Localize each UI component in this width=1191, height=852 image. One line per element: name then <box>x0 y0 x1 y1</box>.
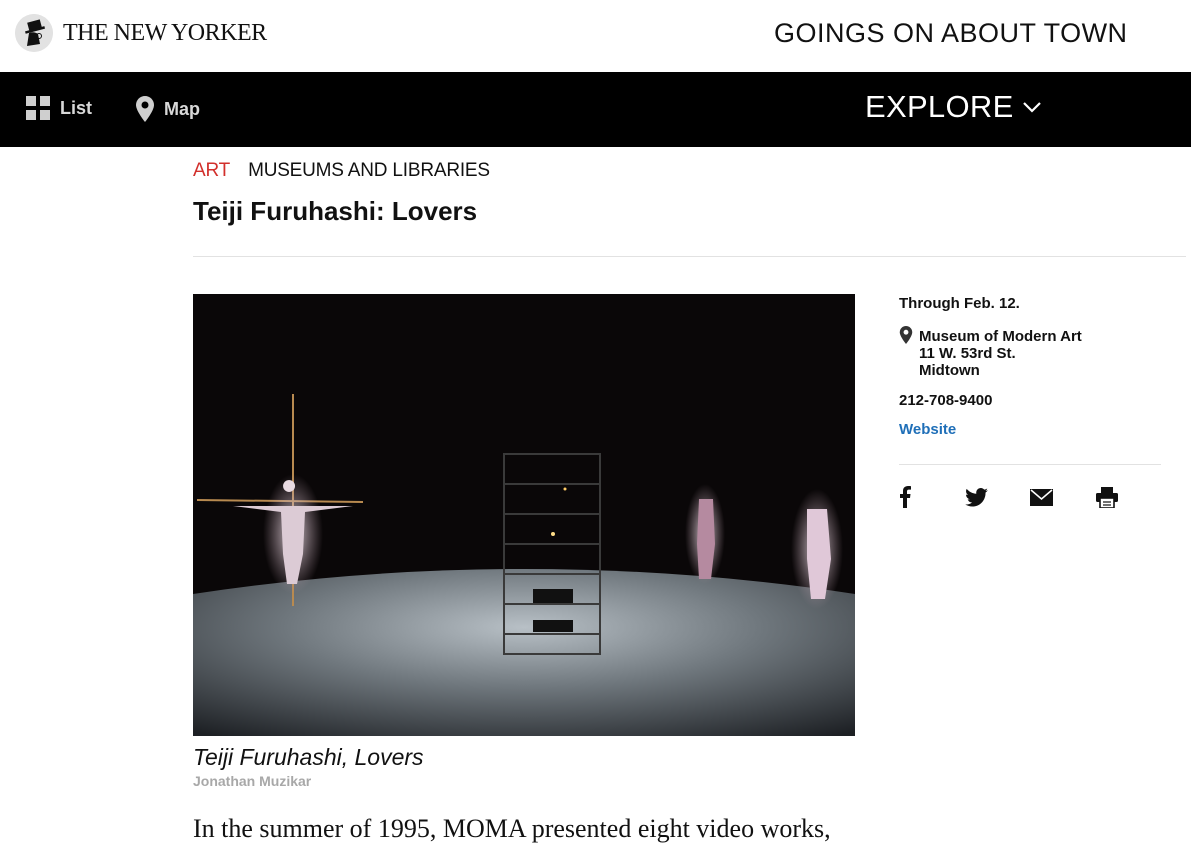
share-email-button[interactable] <box>1030 483 1096 511</box>
facebook-icon <box>900 486 911 508</box>
page-title: Teiji Furuhashi: Lovers <box>193 196 478 226</box>
sidebar-divider <box>899 464 1161 465</box>
share-print-button[interactable] <box>1095 483 1162 511</box>
image-credit: Jonathan Muzikar <box>193 773 312 789</box>
logo-wordmark: THE NEW YORKER <box>63 19 267 46</box>
article-photo[interactable] <box>193 294 855 736</box>
map-label: Map <box>164 98 200 119</box>
chevron-down-icon <box>1022 102 1041 113</box>
explore-label: EXPLORE <box>865 89 1014 124</box>
breadcrumb: ART MUSEUMS AND LIBRARIES <box>193 160 490 182</box>
image-caption: Teiji Furuhashi, Lovers <box>193 744 424 770</box>
venue-phone[interactable]: 212-708-9400 <box>899 392 1161 409</box>
share-twitter-button[interactable] <box>964 483 1031 511</box>
share-bar <box>899 483 1161 511</box>
venue-address: 11 W. 53rd St. <box>919 345 1016 362</box>
title-divider <box>193 256 1186 257</box>
new-yorker-logo[interactable]: THE NEW YORKER <box>15 14 267 52</box>
map-pin-icon <box>136 96 154 122</box>
email-icon <box>1030 488 1053 506</box>
website-link[interactable]: Website <box>899 421 1161 438</box>
explore-dropdown[interactable]: EXPLORE <box>865 89 1042 125</box>
site-header: THE NEW YORKER GOINGS ON ABOUT TOWN <box>0 0 1191 72</box>
venue-block: Museum of Modern Art 11 W. 53rd St. Midt… <box>899 326 1161 379</box>
list-label: List <box>60 97 93 118</box>
event-dates: Through Feb. 12. <box>899 295 1020 312</box>
share-facebook-button[interactable] <box>899 483 965 511</box>
navigation-bar: List Map EXPLORE <box>0 72 1191 147</box>
eustace-tilley-icon <box>15 14 53 52</box>
article-lede: In the summer of 1995, MOMA presented ei… <box>193 814 831 843</box>
subcategory-link-museums[interactable]: MUSEUMS AND LIBRARIES <box>248 160 490 182</box>
category-link-art[interactable]: ART <box>193 160 230 182</box>
venue-name[interactable]: Museum of Modern Art <box>919 328 1082 345</box>
list-view-button[interactable]: List <box>26 96 92 120</box>
location-pin-icon <box>899 326 913 344</box>
twitter-icon <box>964 487 988 507</box>
map-view-button[interactable]: Map <box>136 96 200 122</box>
event-details: Through Feb. 12. Museum of Modern Art 11… <box>899 294 1161 511</box>
print-icon <box>1095 486 1118 508</box>
venue-neighborhood: Midtown <box>919 362 980 379</box>
section-title[interactable]: GOINGS ON ABOUT TOWN <box>774 18 1128 49</box>
grid-icon <box>26 96 50 120</box>
